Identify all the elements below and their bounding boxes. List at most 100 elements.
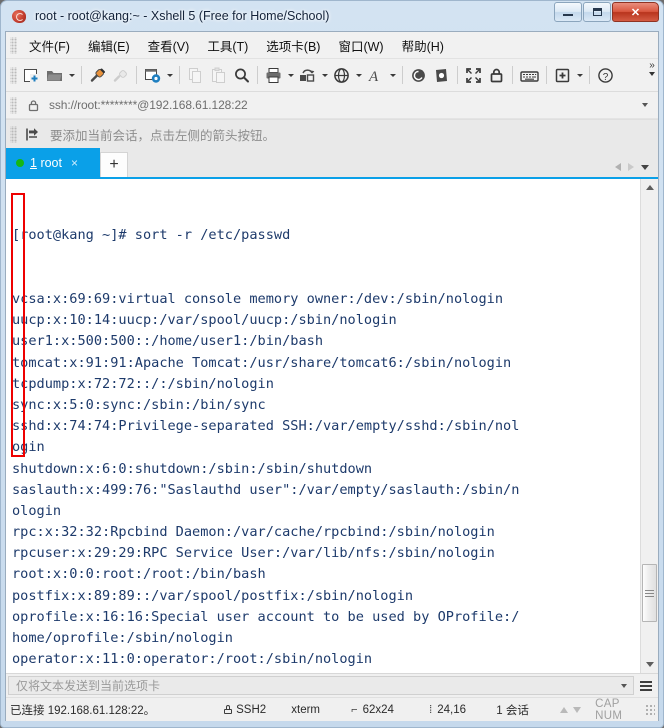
toolbar-separator bbox=[589, 66, 590, 84]
scrollbar-thumb[interactable] bbox=[642, 564, 657, 622]
terminal-line: uucp:x:10:14:uucp:/var/spool/uucp:/sbin/… bbox=[12, 312, 397, 329]
minimize-icon bbox=[563, 14, 573, 16]
font-icon[interactable]: A bbox=[364, 62, 387, 88]
svg-text:?: ? bbox=[603, 72, 609, 83]
menu-tools[interactable]: 工具(T) bbox=[198, 33, 257, 58]
new-tab-button[interactable]: + bbox=[100, 152, 128, 177]
status-caps: CAP bbox=[595, 697, 620, 710]
menu-bar: 文件(F) 编辑(E) 查看(V) 工具(T) 选项卡(B) 窗口(W) 帮助(… bbox=[6, 32, 658, 59]
lock-icon[interactable] bbox=[485, 62, 508, 88]
terminal-line: ogin bbox=[12, 439, 45, 456]
tab-prev-icon[interactable] bbox=[615, 163, 621, 171]
send-placeholder: 仅将文本发送到当前选项卡 bbox=[16, 679, 161, 693]
toolbar-gripper[interactable] bbox=[10, 66, 17, 84]
print-icon[interactable] bbox=[262, 62, 285, 88]
xshell-shell-icon bbox=[11, 8, 28, 25]
tab-strip: 1 root × + bbox=[6, 148, 658, 177]
address-input[interactable]: ssh://root:********@192.168.61.128:22 bbox=[20, 94, 656, 116]
menu-file[interactable]: 文件(F) bbox=[20, 33, 79, 58]
terminal-line: oprofile:x:16:16:Special user account to… bbox=[12, 608, 520, 625]
send-dropdown-icon[interactable] bbox=[621, 683, 627, 688]
scroll-up-button[interactable] bbox=[641, 179, 658, 196]
open-folder-dropdown-icon[interactable] bbox=[69, 73, 75, 77]
add-window-icon[interactable] bbox=[551, 62, 574, 88]
add-session-arrow-icon[interactable] bbox=[24, 126, 41, 143]
ftp-icon[interactable] bbox=[430, 62, 453, 88]
menu-help[interactable]: 帮助(H) bbox=[393, 33, 453, 58]
tab-nav-controls bbox=[615, 163, 658, 177]
new-session-icon[interactable] bbox=[20, 62, 43, 88]
terminal-line: tcpdump:x:72:72::/:/sbin/nologin bbox=[12, 375, 274, 392]
hintbar-gripper[interactable] bbox=[10, 125, 17, 143]
minimize-button[interactable] bbox=[554, 2, 582, 22]
terminal-panel: [root@kang ~]# sort -r /etc/passwd vcsa:… bbox=[6, 177, 658, 673]
paste-icon bbox=[207, 62, 230, 88]
font-dropdown-icon[interactable] bbox=[390, 73, 396, 77]
tab-title: root bbox=[40, 155, 62, 170]
terminal-line: sshd:x:74:74:Privilege-separated SSH:/va… bbox=[12, 418, 520, 435]
disconnect-icon bbox=[109, 62, 132, 88]
status-num: NUM bbox=[595, 709, 623, 722]
scrollbar-track[interactable] bbox=[641, 196, 658, 656]
transfer-dropdown-icon[interactable] bbox=[322, 73, 328, 77]
globe-icon[interactable] bbox=[330, 62, 353, 88]
address-dropdown-icon[interactable] bbox=[642, 103, 648, 107]
maximize-button[interactable] bbox=[583, 2, 611, 22]
session-hint-text: 要添加当前会话，点击左侧的箭头按钮。 bbox=[50, 128, 276, 143]
keyboard-icon[interactable] bbox=[517, 62, 542, 88]
toolbar-separator bbox=[81, 66, 82, 84]
transfer-icon[interactable] bbox=[296, 62, 319, 88]
toolbar-separator bbox=[257, 66, 258, 84]
tab-root[interactable]: 1 root × bbox=[6, 148, 100, 177]
cursor-position-icon: ⁞ bbox=[429, 703, 433, 716]
toolbar-overflow-button[interactable]: » bbox=[649, 61, 655, 76]
terminal-line: operator:x:11:0:operator:/root:/sbin/nol… bbox=[12, 651, 373, 668]
addressbar-gripper[interactable] bbox=[10, 96, 17, 114]
tab-next-icon[interactable] bbox=[628, 163, 634, 171]
terminal-prompt-line: [root@kang ~]# sort -r /etc/passwd bbox=[12, 227, 291, 244]
status-protocol: SSH2 bbox=[224, 704, 291, 716]
open-folder-icon[interactable] bbox=[43, 62, 66, 88]
menu-window[interactable]: 窗口(W) bbox=[329, 33, 392, 58]
address-bar: ssh://root:********@192.168.61.128:22 bbox=[6, 92, 658, 119]
terminal-line: rpcuser:x:29:29:RPC Service User:/var/li… bbox=[12, 545, 495, 562]
toolbar: A ? » bbox=[6, 59, 658, 92]
add-window-dropdown-icon[interactable] bbox=[577, 73, 583, 77]
terminal-scrollbar[interactable] bbox=[640, 179, 658, 673]
svg-text:A: A bbox=[368, 69, 379, 85]
menu-tabs[interactable]: 选项卡(B) bbox=[257, 33, 329, 58]
scroll-down-button[interactable] bbox=[641, 656, 658, 673]
find-icon[interactable] bbox=[230, 62, 253, 88]
properties-gear-icon[interactable] bbox=[141, 62, 164, 88]
lock-icon bbox=[28, 99, 39, 111]
help-icon[interactable]: ? bbox=[594, 62, 617, 88]
properties-dropdown-icon[interactable] bbox=[167, 73, 173, 77]
resize-grip-icon[interactable] bbox=[645, 704, 655, 715]
hamburger-icon[interactable] bbox=[637, 680, 654, 691]
shell-icon[interactable] bbox=[407, 62, 430, 88]
toolbar-separator bbox=[402, 66, 403, 84]
terminal-line: sync:x:5:0:sync:/sbin:/bin/sync bbox=[12, 396, 266, 413]
menu-edit[interactable]: 编辑(E) bbox=[79, 33, 139, 58]
print-dropdown-icon[interactable] bbox=[288, 73, 294, 77]
menubar-gripper[interactable] bbox=[10, 36, 17, 54]
status-transfer-indicators bbox=[560, 706, 582, 713]
toolbar-overflow-label: » bbox=[649, 60, 655, 71]
chevron-down-icon bbox=[645, 662, 654, 667]
tab-list-icon[interactable] bbox=[641, 164, 649, 170]
toolbar-separator bbox=[136, 66, 137, 84]
send-text-input[interactable]: 仅将文本发送到当前选项卡 bbox=[8, 676, 634, 695]
terminal-screen[interactable]: [root@kang ~]# sort -r /etc/passwd vcsa:… bbox=[6, 179, 640, 673]
globe-dropdown-icon[interactable] bbox=[356, 73, 362, 77]
menu-view[interactable]: 查看(V) bbox=[139, 33, 199, 58]
scrollbar-grip-icon bbox=[645, 589, 654, 597]
status-bar: 已连接 192.168.61.128:22。 SSH2 xterm ⌐ 62x2… bbox=[6, 697, 658, 722]
window-controls: ✕ bbox=[554, 2, 659, 22]
tab-index: 1 bbox=[30, 155, 37, 170]
fullscreen-icon[interactable] bbox=[462, 62, 485, 88]
connect-icon[interactable] bbox=[86, 62, 109, 88]
status-size: ⌐ 62x24 bbox=[351, 704, 429, 716]
tab-close-icon[interactable]: × bbox=[71, 157, 78, 169]
close-button[interactable]: ✕ bbox=[612, 2, 659, 22]
terminal-line: tomcat:x:91:91:Apache Tomcat:/usr/share/… bbox=[12, 354, 512, 371]
